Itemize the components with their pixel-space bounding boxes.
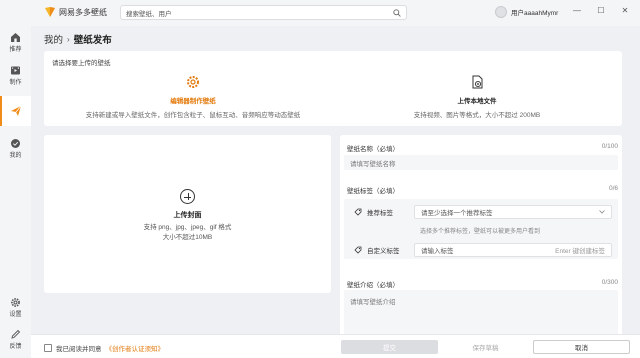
sidebar-item-label: 设置 [9,312,22,318]
search-input[interactable]: 搜索壁纸、用户 [120,5,407,20]
window-controls: — ☐ ✕ [572,6,630,15]
pencil-icon [11,329,21,339]
upload-type-card: 请选择要上传的壁纸 编辑器制作壁纸 支持新建或导入壁纸文件，创作包含粒子、鼠标互… [44,51,622,126]
custom-tag-enter-hint: Enter 键创建标签 [555,248,605,255]
wallpaper-intro-textarea[interactable]: 请填写壁纸介绍 [344,290,618,340]
local-file-option[interactable]: 上传本地文件 支持视频、图片等格式，大小不超过 200MB [334,69,620,123]
close-button[interactable]: ✕ [620,6,630,15]
film-icon [11,66,20,75]
recommended-tag-select[interactable]: 请至少选择一个推荐标签 [414,205,612,219]
tag-icon [354,208,362,216]
maximize-button[interactable]: ☐ [596,6,606,15]
cover-formats: 支持 png、jpg、jpeg、gif 格式 [143,224,232,231]
tag-icon [354,246,362,254]
custom-tag-placeholder: 请输入标签 [421,248,454,255]
upload-type-hint: 请选择要上传的壁纸 [52,60,111,67]
footer-bar: 我已阅读并同意 《创作者认证须知》 提交 保存草稿 取消 [31,334,640,358]
recommended-tag-label: 推荐标签 [367,210,393,217]
cover-upload-area[interactable]: 上传封面 支持 png、jpg、jpeg、gif 格式 大小不超过10MB [44,135,331,293]
wallpaper-name-input[interactable]: 请填写壁纸名称 [344,155,618,170]
sidebar-item-mine[interactable]: 我的 [0,138,31,159]
app-title: 网易多多壁纸 [59,7,107,17]
sidebar-item-create[interactable]: 制作 [0,65,31,86]
name-char-count: 0/100 [601,143,618,150]
save-draft-button[interactable]: 保存草稿 [438,340,533,354]
app-logo: 网易多多壁纸 [44,6,107,18]
user-icon [11,139,20,148]
file-upload-icon [472,75,483,89]
send-icon [10,105,21,116]
agree-text: 我已阅读并同意 [56,346,102,353]
sidebar: 推荐 制作 我的 设置 反馈 [0,26,31,358]
editor-option-desc: 支持新建或导入壁纸文件，创作包含粒子、鼠标互动、音频响应等动态壁纸 [85,112,301,119]
local-option-desc: 支持视频、图片等格式，大小不超过 200MB [413,112,541,119]
recommended-tag-hint: 选择多个推荐标签，壁纸可以被更多用户看到 [420,229,541,235]
avatar[interactable] [495,6,507,18]
agree-checkbox[interactable] [44,344,52,352]
sidebar-item-publish[interactable] [0,96,31,126]
tags-label: 壁纸标签（必填） [347,188,399,195]
plus-circle-icon[interactable] [180,189,195,204]
custom-tag-label: 自定义标签 [367,248,400,255]
breadcrumb-root[interactable]: 我的 [44,32,63,46]
agreement: 我已阅读并同意 《创作者认证须知》 [44,343,164,353]
local-option-title: 上传本地文件 [457,98,497,105]
submit-button[interactable]: 提交 [341,340,438,354]
sidebar-item-feedback[interactable]: 反馈 [0,329,31,350]
chevron-right-icon: › [67,34,70,44]
custom-tag-row: 自定义标签 [354,245,400,255]
sidebar-item-label: 我的 [9,153,22,159]
app-logo-icon [45,7,55,17]
recommended-tag-placeholder: 请至少选择一个推荐标签 [421,210,493,217]
breadcrumb: 我的 › 壁纸发布 [44,32,112,47]
name-label: 壁纸名称（必填） [347,146,399,153]
wallpaper-form: 壁纸名称（必填） 0/100 请填写壁纸名称 壁纸标签（必填） 0/6 推荐标签… [340,135,622,343]
search-placeholder: 搜索壁纸、用户 [126,10,172,18]
recommended-tag-row: 推荐标签 [354,207,393,217]
intro-char-count: 0/300 [601,279,618,286]
username[interactable]: 用户aaaahMymr [511,7,558,17]
sidebar-item-label: 推荐 [9,47,22,53]
creator-terms-link[interactable]: 《创作者认证须知》 [106,343,165,353]
custom-tag-input[interactable]: 请输入标签 Enter 键创建标签 [414,243,612,257]
editor-option-title: 编辑器制作壁纸 [170,98,216,105]
title-bar: 网易多多壁纸 搜索壁纸、用户 用户aaaahMymr — ☐ ✕ [0,0,640,26]
cancel-button[interactable]: 取消 [533,340,630,354]
user-menu[interactable]: 用户aaaahMymr [495,6,558,18]
gear-icon [11,298,20,307]
editor-wallpaper-option[interactable]: 编辑器制作壁纸 支持新建或导入壁纸文件，创作包含粒子、鼠标互动、音频响应等动态壁… [50,69,336,123]
tag-panel: 推荐标签 请至少选择一个推荐标签 选择多个推荐标签，壁纸可以被更多用户看到 自定… [344,199,618,259]
page-title: 壁纸发布 [73,35,112,46]
editor-gear-icon [187,76,199,88]
tags-count: 0/6 [608,185,618,192]
sidebar-item-recommend[interactable]: 推荐 [0,32,31,53]
minimize-button[interactable]: — [572,6,582,15]
cover-size-limit: 大小不超过10MB [162,234,213,241]
intro-label: 壁纸介绍（必填） [347,282,399,289]
sidebar-item-settings[interactable]: 设置 [0,297,31,318]
chevron-down-icon [599,210,605,214]
search-icon[interactable] [393,8,401,17]
home-icon [11,33,20,42]
cover-upload-title: 上传封面 [173,212,202,219]
sidebar-item-label: 反馈 [9,344,22,350]
sidebar-item-label: 制作 [9,80,22,86]
